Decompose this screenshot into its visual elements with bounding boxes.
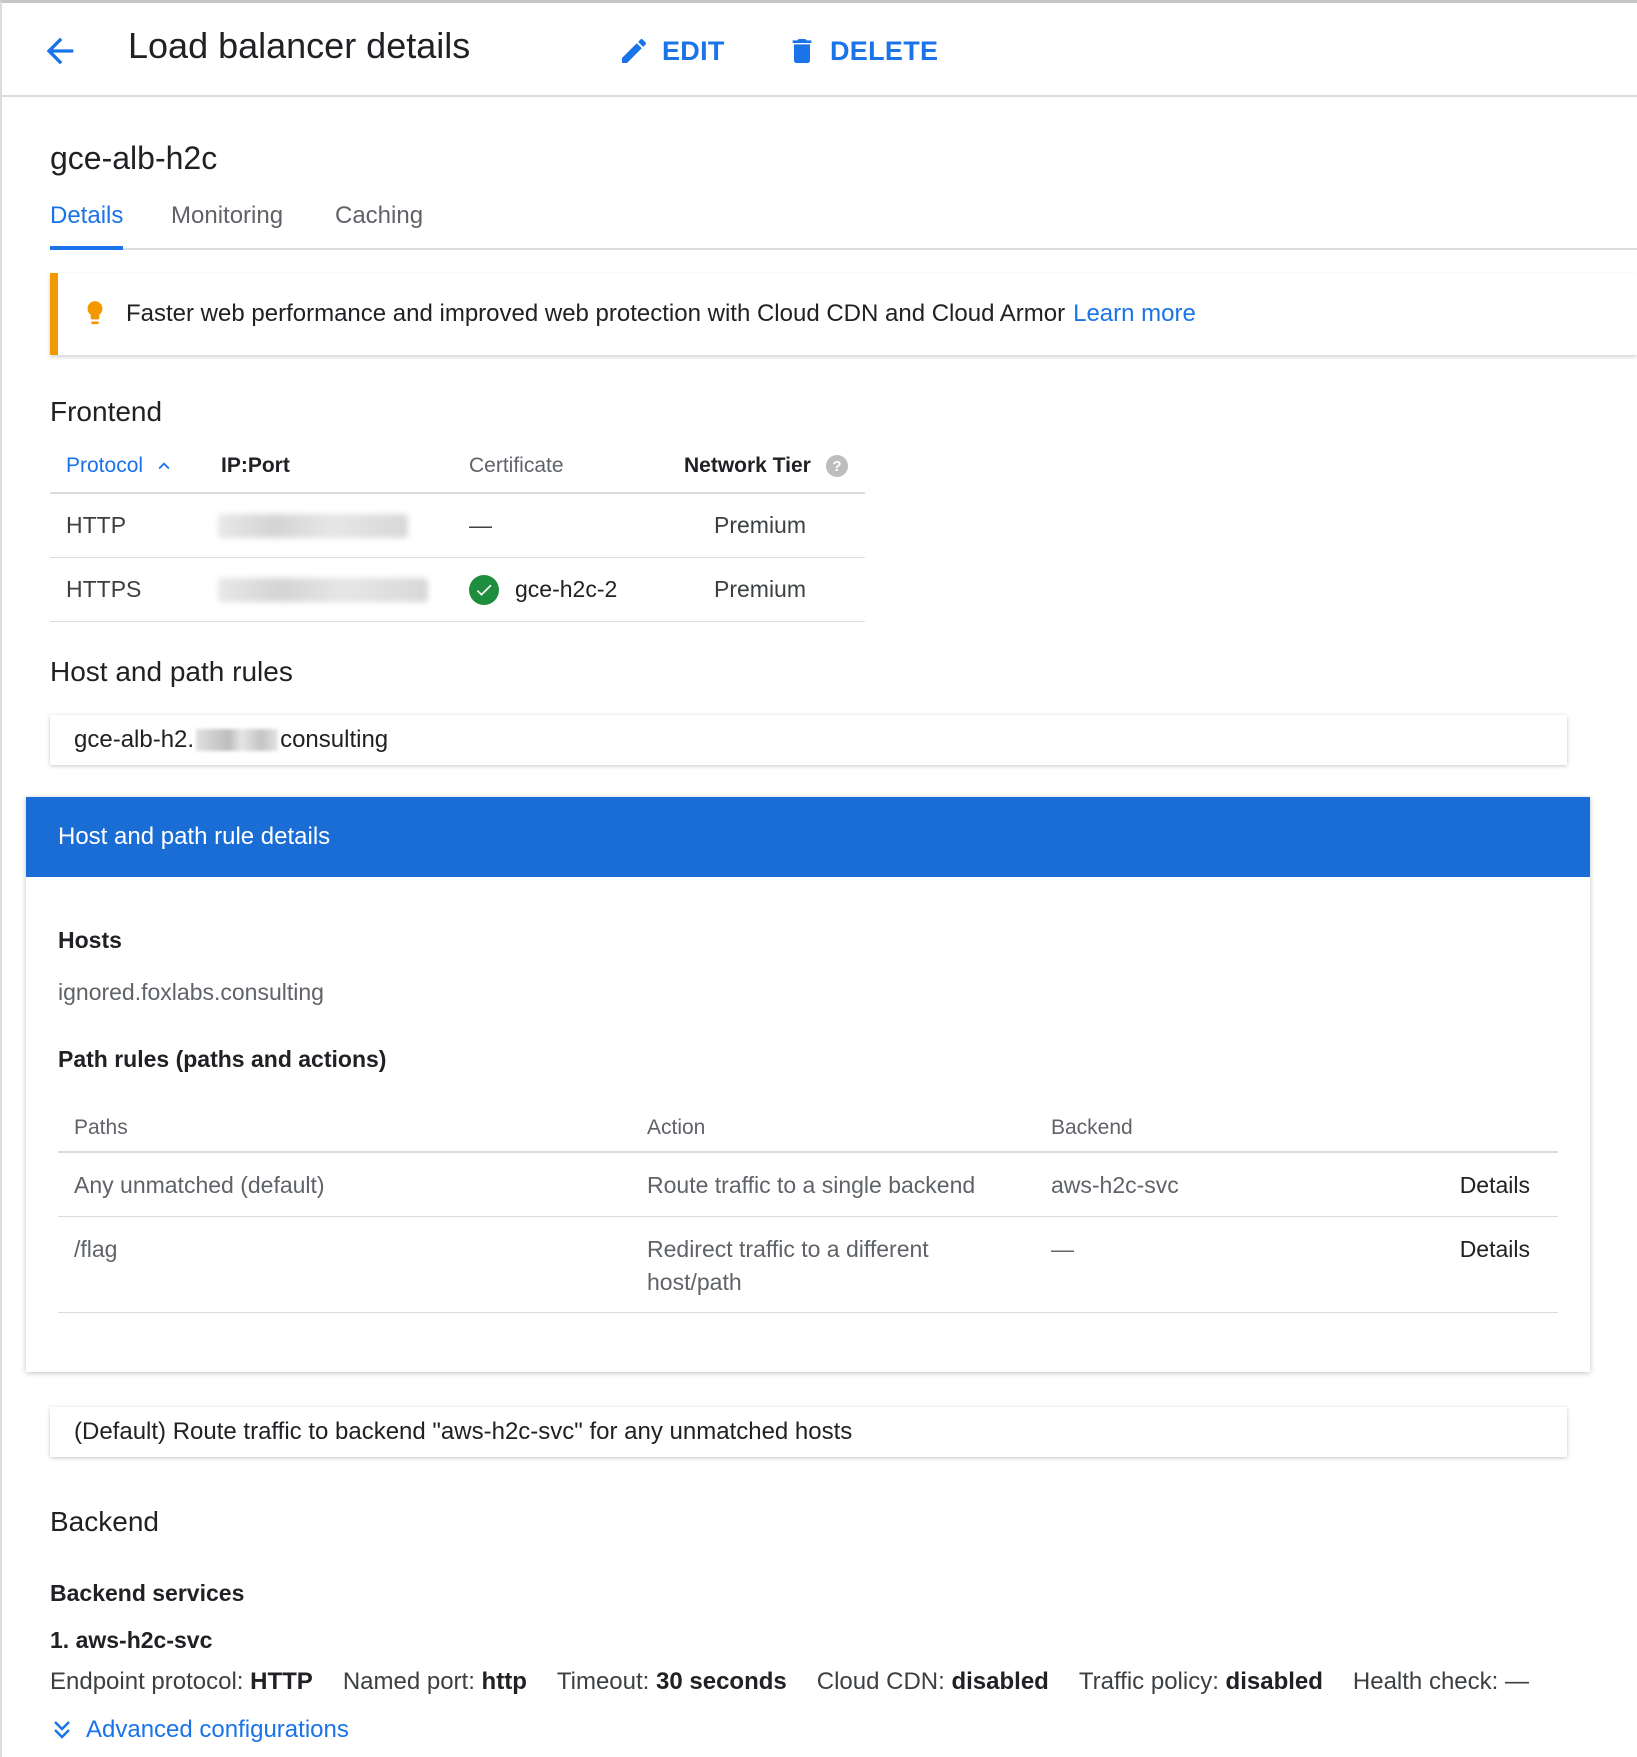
double-chevron-down-icon: [54, 1721, 70, 1739]
content-left-border: [0, 97, 2, 1757]
pencil-icon: [622, 38, 647, 63]
default-rule-card[interactable]: (Default) Route traffic to backend "aws-…: [50, 1407, 1567, 1457]
lightbulb-icon: [87, 301, 103, 325]
named-port-prop: Named port: http: [342, 1668, 527, 1695]
backend-services-label: Backend services: [50, 1580, 245, 1606]
edit-button[interactable]: EDIT: [618, 31, 725, 71]
backend-column-header: Backend: [1051, 1116, 1133, 1139]
host-rule-card[interactable]: gce-alb-h2. consulting: [50, 715, 1567, 765]
hosts-label: Hosts: [58, 927, 122, 953]
check-circle-icon: [469, 574, 499, 605]
load-balancer-name: gce-alb-h2c: [50, 140, 218, 176]
page: Load balancer details EDIT DELETE gce-al…: [0, 0, 1637, 1757]
host-path-rules-title: Host and path rules: [50, 656, 293, 687]
default-rule-text: (Default) Route traffic to backend "aws-…: [74, 1418, 853, 1445]
hosts-value: ignored.foxlabs.consulting: [58, 979, 324, 1005]
certificate-column-header: Certificate: [469, 454, 564, 477]
path-rules-header: Paths Action Backend: [58, 1099, 1558, 1153]
cloud-cdn-prop: Cloud CDN: disabled: [816, 1668, 1049, 1695]
action-cell: Route traffic to a single backend: [647, 1172, 976, 1198]
table-row: HTTPS gce-h2c-2 Premium: [50, 558, 865, 622]
table-row: /flag Redirect traffic to a different ho…: [58, 1217, 1558, 1313]
help-circle-icon[interactable]: ?: [825, 454, 849, 478]
traffic-policy-prop: Traffic policy: disabled: [1078, 1668, 1323, 1695]
top-bar: Load balancer details EDIT DELETE: [0, 0, 1637, 97]
redacted-domain: [196, 729, 279, 751]
certificate-name[interactable]: gce-h2c-2: [515, 576, 617, 603]
trash-icon: [792, 39, 812, 63]
advanced-configurations-label: Advanced configurations: [86, 1716, 349, 1743]
svg-text:?: ?: [832, 458, 841, 475]
details-link[interactable]: Details: [1460, 1153, 1530, 1202]
ip-port-cell-redacted: [218, 494, 408, 557]
protocol-cell: HTTP: [66, 512, 127, 538]
path-rules-label: Path rules (paths and actions): [58, 1046, 387, 1072]
action-cell: Redirect traffic to a different host/pat…: [647, 1236, 929, 1295]
backend-cell: aws-h2c-svc: [1051, 1172, 1179, 1198]
table-row: HTTP — Premium: [50, 494, 865, 558]
health-check-prop: Health check: —: [1352, 1668, 1529, 1695]
table-row: Any unmatched (default) Route traffic to…: [58, 1153, 1558, 1217]
host-path-rule-details-panel: Host and path rule details Hosts ignored…: [26, 797, 1590, 1372]
tab-caching[interactable]: Caching: [335, 202, 423, 248]
backend-title: Backend: [50, 1506, 159, 1537]
host-rule-suffix: consulting: [280, 726, 389, 753]
path-rules-table: Paths Action Backend Any unmatched (defa…: [58, 1099, 1558, 1313]
tab-monitoring[interactable]: Monitoring: [171, 202, 283, 248]
host-rule-prefix: gce-alb-h2.: [74, 726, 195, 753]
frontend-table-header: Protocol IP:Port Certificate Network Tie…: [50, 440, 865, 494]
path-cell: Any unmatched (default): [74, 1172, 325, 1198]
paths-column-header: Paths: [74, 1116, 128, 1139]
tab-bar: Details Monitoring Caching: [50, 200, 1637, 250]
rule-details-header: Host and path rule details: [26, 797, 1590, 877]
edit-label: EDIT: [662, 35, 725, 66]
backend-properties: Endpoint protocol: HTTP Named port: http…: [50, 1668, 1529, 1696]
protocol-cell: HTTPS: [66, 576, 142, 602]
details-link[interactable]: Details: [1460, 1217, 1530, 1266]
network-tier-label: Network Tier: [684, 454, 811, 477]
arrow-back-icon: [46, 37, 74, 65]
banner-text: Faster web performance and improved web …: [126, 300, 1066, 327]
page-title: Load balancer details: [128, 25, 471, 66]
certificate-cell: gce-h2c-2: [469, 558, 617, 621]
chevron-up-icon: [158, 462, 170, 470]
path-cell: /flag: [74, 1236, 118, 1262]
timeout-prop: Timeout: 30 seconds: [556, 1668, 787, 1695]
certificate-cell: —: [469, 512, 492, 538]
delete-button[interactable]: DELETE: [786, 31, 938, 71]
network-tier-cell: Premium: [714, 576, 807, 602]
frontend-table: Protocol IP:Port Certificate Network Tie…: [50, 440, 865, 622]
learn-more-link[interactable]: Learn more: [1073, 300, 1196, 327]
action-column-header: Action: [647, 1116, 706, 1139]
protocol-column-header[interactable]: Protocol: [66, 440, 175, 492]
backend-service-name: 1. aws-h2c-svc: [50, 1627, 213, 1653]
frontend-title: Frontend: [50, 396, 163, 427]
advanced-configurations-toggle[interactable]: Advanced configurations: [52, 1716, 349, 1744]
backend-cell: —: [1051, 1236, 1074, 1262]
promo-banner: Faster web performance and improved web …: [50, 273, 1637, 355]
network-tier-cell: Premium: [714, 512, 807, 538]
network-tier-column-header: Network Tier ?: [684, 440, 849, 492]
ip-port-cell-redacted: [218, 558, 428, 621]
endpoint-protocol-prop: Endpoint protocol: HTTP: [50, 1668, 313, 1695]
tab-details[interactable]: Details: [50, 202, 124, 250]
protocol-header-label: Protocol: [66, 454, 144, 477]
ip-port-column-header: IP:Port: [221, 454, 290, 477]
delete-label: DELETE: [830, 35, 939, 66]
back-button[interactable]: [40, 31, 80, 71]
